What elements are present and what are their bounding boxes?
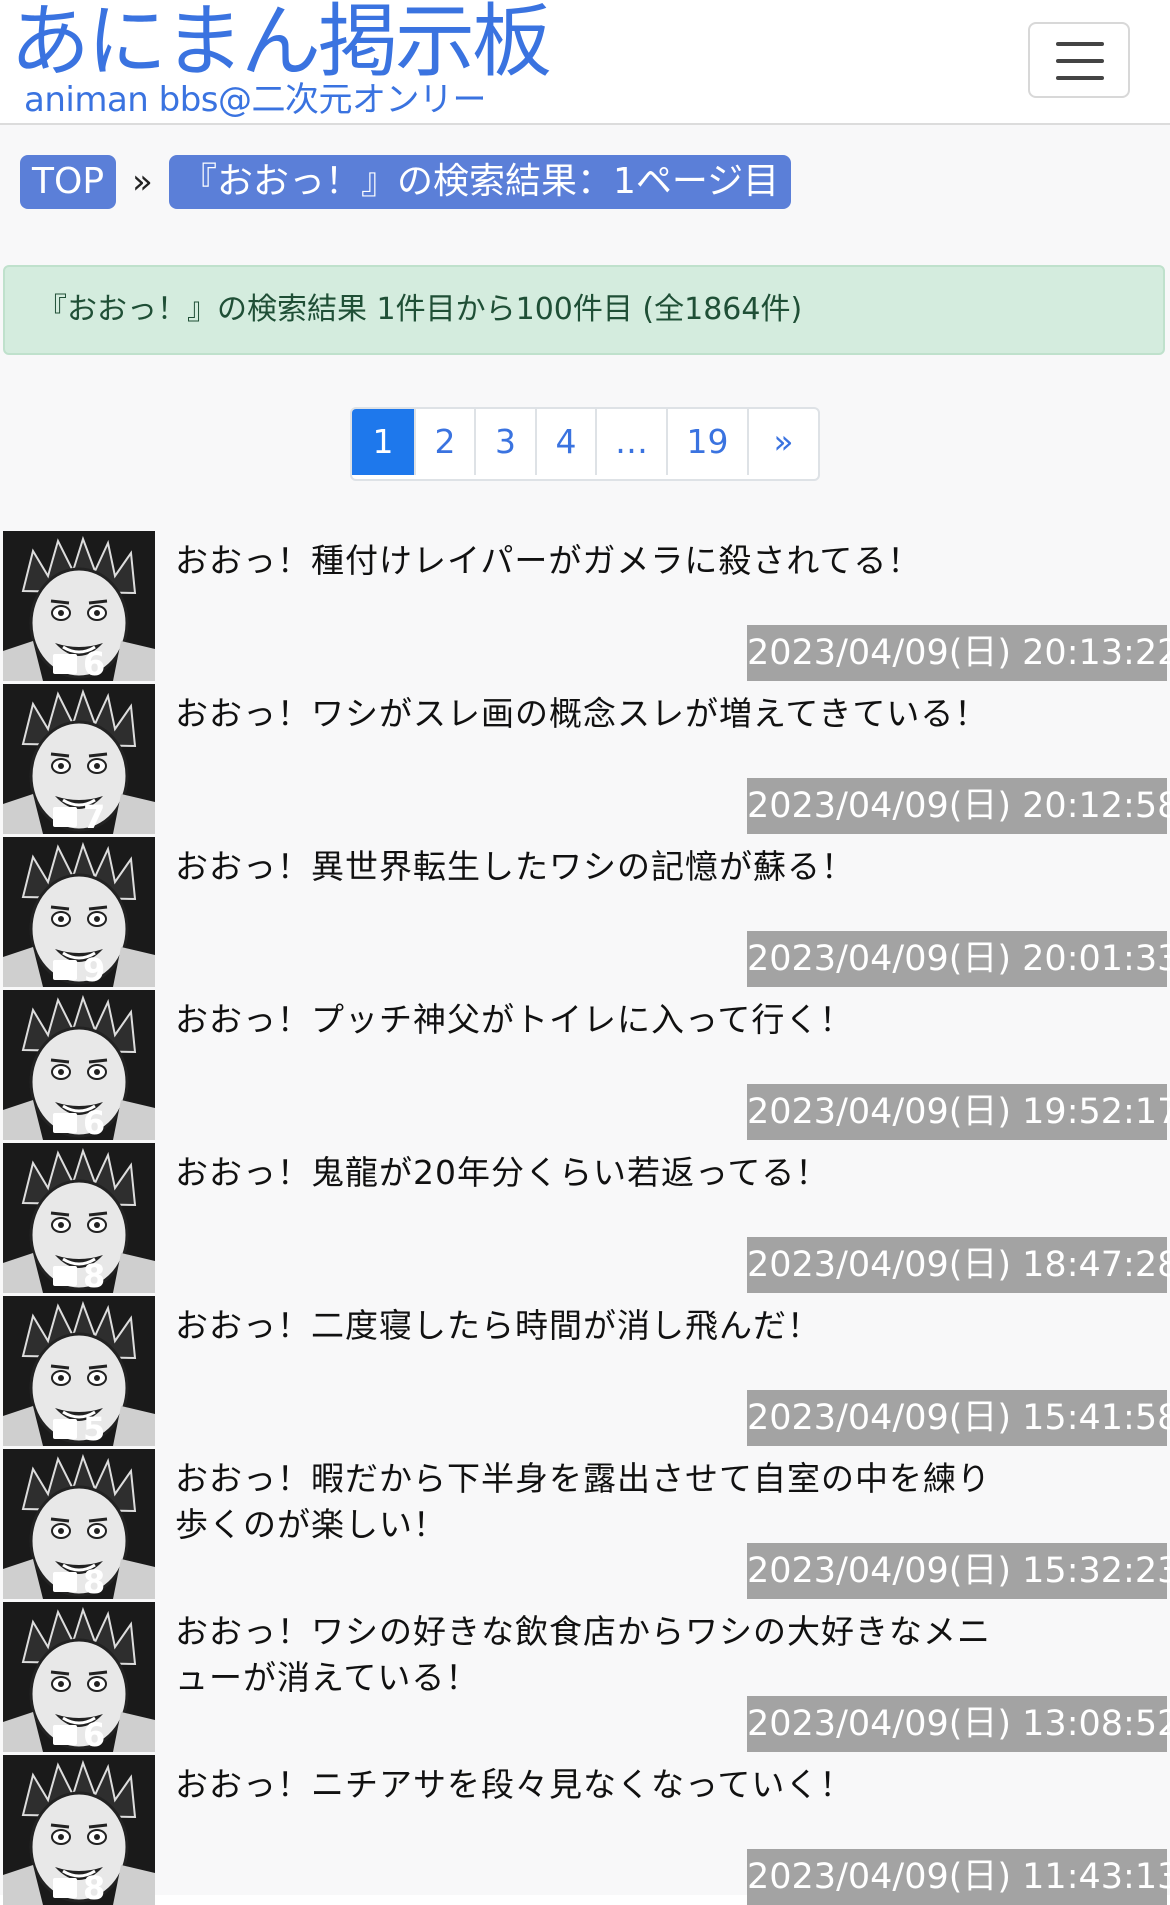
comment-icon [53,1419,77,1439]
comment-icon [53,1725,77,1745]
reply-count-value: 5 [83,1410,106,1446]
reply-count-value: 8 [83,1869,106,1905]
thread-thumbnail[interactable]: 9 [3,837,155,987]
thread-thumbnail[interactable]: 7 [3,684,155,834]
thread-timestamp: 2023/04/09(日) 20:01:33 [747,931,1170,987]
comment-icon [53,807,77,827]
thread-thumbnail[interactable]: 8 [3,1143,155,1293]
page-link-2[interactable]: 2 [414,409,474,475]
thread-title-link[interactable]: おおっ！二度寝したら時間が消し飛んだ！ [175,1303,995,1349]
thread-title-link[interactable]: おおっ！鬼龍が20年分くらい若返ってる！ [175,1150,995,1196]
comment-icon [53,654,77,674]
comment-icon [53,1572,77,1592]
thread-item[interactable]: 8 おおっ！鬼龍が20年分くらい若返ってる！ 2023/04/09(日) 18:47… [0,1140,1170,1293]
hamburger-icon-bar [1056,59,1104,63]
thread-title-link[interactable]: おおっ！プッチ神父がトイレに入って行く！ [175,997,995,1043]
comment-icon [53,1878,77,1898]
thread-item[interactable]: 6 おおっ！プッチ神父がトイレに入って行く！ 2023/04/09(日) 19:52… [0,987,1170,1140]
reply-count-value: 8 [83,1257,106,1293]
thread-thumbnail[interactable]: 6 [3,531,155,681]
breadcrumb-top-link[interactable]: TOP [20,155,117,209]
page-ellipsis: … [595,409,666,475]
next-page-link[interactable]: » [747,409,818,475]
thread-item[interactable]: 7 おおっ！ワシがスレ画の概念スレが増えてきている！ 2023/04/09(日) 2… [0,681,1170,834]
thread-title-link[interactable]: おおっ！ニチアサを段々見なくなっていく！ [175,1762,995,1808]
reply-count-value: 6 [83,1716,106,1752]
page-link-4[interactable]: 4 [535,409,595,475]
search-result-summary: 『おおっ！』の検索結果 1件目から100件目 (全1864件) [3,265,1165,355]
thread-item[interactable]: 6 おおっ！種付けレイパーがガメラに殺されてる！ 2023/04/09(日) 20:… [0,528,1170,681]
comment-icon [53,960,77,980]
reply-count: 8 [53,1868,105,1905]
breadcrumb-current[interactable]: 『おおっ！』の検索結果：1ページ目 [169,155,792,209]
site-logo-subtitle[interactable]: animan bbs@二次元オンリー [24,80,487,120]
reply-count: 6 [53,1103,105,1140]
thread-timestamp: 2023/04/09(日) 20:12:58 [747,778,1170,834]
menu-toggle-button[interactable] [1028,22,1130,98]
reply-count-value: 6 [83,645,106,681]
reply-count: 8 [53,1256,105,1293]
hamburger-icon [1056,42,1104,46]
page-link-19[interactable]: 19 [666,409,747,475]
reply-count: 7 [53,797,105,834]
thread-title-link[interactable]: おおっ！ワシの好きな飲食店からワシの大好きなメニューが消えている！ [175,1609,995,1701]
thread-thumbnail[interactable]: 6 [3,1602,155,1752]
thread-thumbnail[interactable]: 8 [3,1449,155,1599]
comment-icon [53,1266,77,1286]
thread-timestamp: 2023/04/09(日) 19:52:17 [747,1084,1170,1140]
main-content: TOP » 『おおっ！』の検索結果：1ページ目 『おおっ！』の検索結果 1件目か… [0,125,1170,1905]
thread-timestamp: 2023/04/09(日) 13:08:52 [747,1696,1170,1752]
thread-timestamp: 2023/04/09(日) 15:32:23 [747,1543,1170,1599]
thread-timestamp: 2023/04/09(日) 11:43:13 [747,1849,1170,1905]
comment-icon [53,1113,77,1133]
reply-count-value: 7 [83,798,106,834]
reply-count: 6 [53,644,105,681]
thread-title-link[interactable]: おおっ！種付けレイパーがガメラに殺されてる！ [175,538,995,584]
reply-count-value: 6 [83,1104,106,1140]
thread-item[interactable]: 8 おおっ！暇だから下半身を露出させて自室の中を練り歩くのが楽しい！ 2023/04… [0,1446,1170,1599]
reply-count-value: 9 [83,951,106,987]
reply-count: 8 [53,1562,105,1599]
thread-item[interactable]: 9 おおっ！異世界転生したワシの記憶が蘇る！ 2023/04/09(日) 20:01… [0,834,1170,987]
pagination: 1 2 3 4 … 19 » [350,407,820,481]
thread-item[interactable]: 6 おおっ！ワシの好きな飲食店からワシの大好きなメニューが消えている！ 2023/0… [0,1599,1170,1752]
thread-thumbnail[interactable]: 8 [3,1755,155,1905]
page-link-1[interactable]: 1 [352,409,414,475]
thread-timestamp: 2023/04/09(日) 15:41:58 [747,1390,1170,1446]
hamburger-icon-bar [1056,76,1104,80]
thread-title-link[interactable]: おおっ！ワシがスレ画の概念スレが増えてきている！ [175,691,995,737]
thread-item[interactable]: 8 おおっ！ニチアサを段々見なくなっていく！ 2023/04/09(日) 11:43… [0,1752,1170,1905]
site-header: あにまん掲示板 animan bbs@二次元オンリー [0,0,1170,125]
thread-title-link[interactable]: おおっ！異世界転生したワシの記憶が蘇る！ [175,844,995,890]
reply-count: 5 [53,1409,105,1446]
breadcrumb-separator: » [132,162,153,202]
thread-timestamp: 2023/04/09(日) 18:47:28 [747,1237,1170,1293]
thread-timestamp: 2023/04/09(日) 20:13:22 [747,625,1170,681]
thread-item[interactable]: 5 おおっ！二度寝したら時間が消し飛んだ！ 2023/04/09(日) 15:41:… [0,1293,1170,1446]
thread-thumbnail[interactable]: 5 [3,1296,155,1446]
reply-count-value: 8 [83,1563,106,1599]
page-link-3[interactable]: 3 [474,409,535,475]
thread-title-link[interactable]: おおっ！暇だから下半身を露出させて自室の中を練り歩くのが楽しい！ [175,1456,995,1548]
reply-count: 6 [53,1715,105,1752]
thread-thumbnail[interactable]: 6 [3,990,155,1140]
reply-count: 9 [53,950,105,987]
site-logo-title[interactable]: あにまん掲示板 [10,0,552,90]
